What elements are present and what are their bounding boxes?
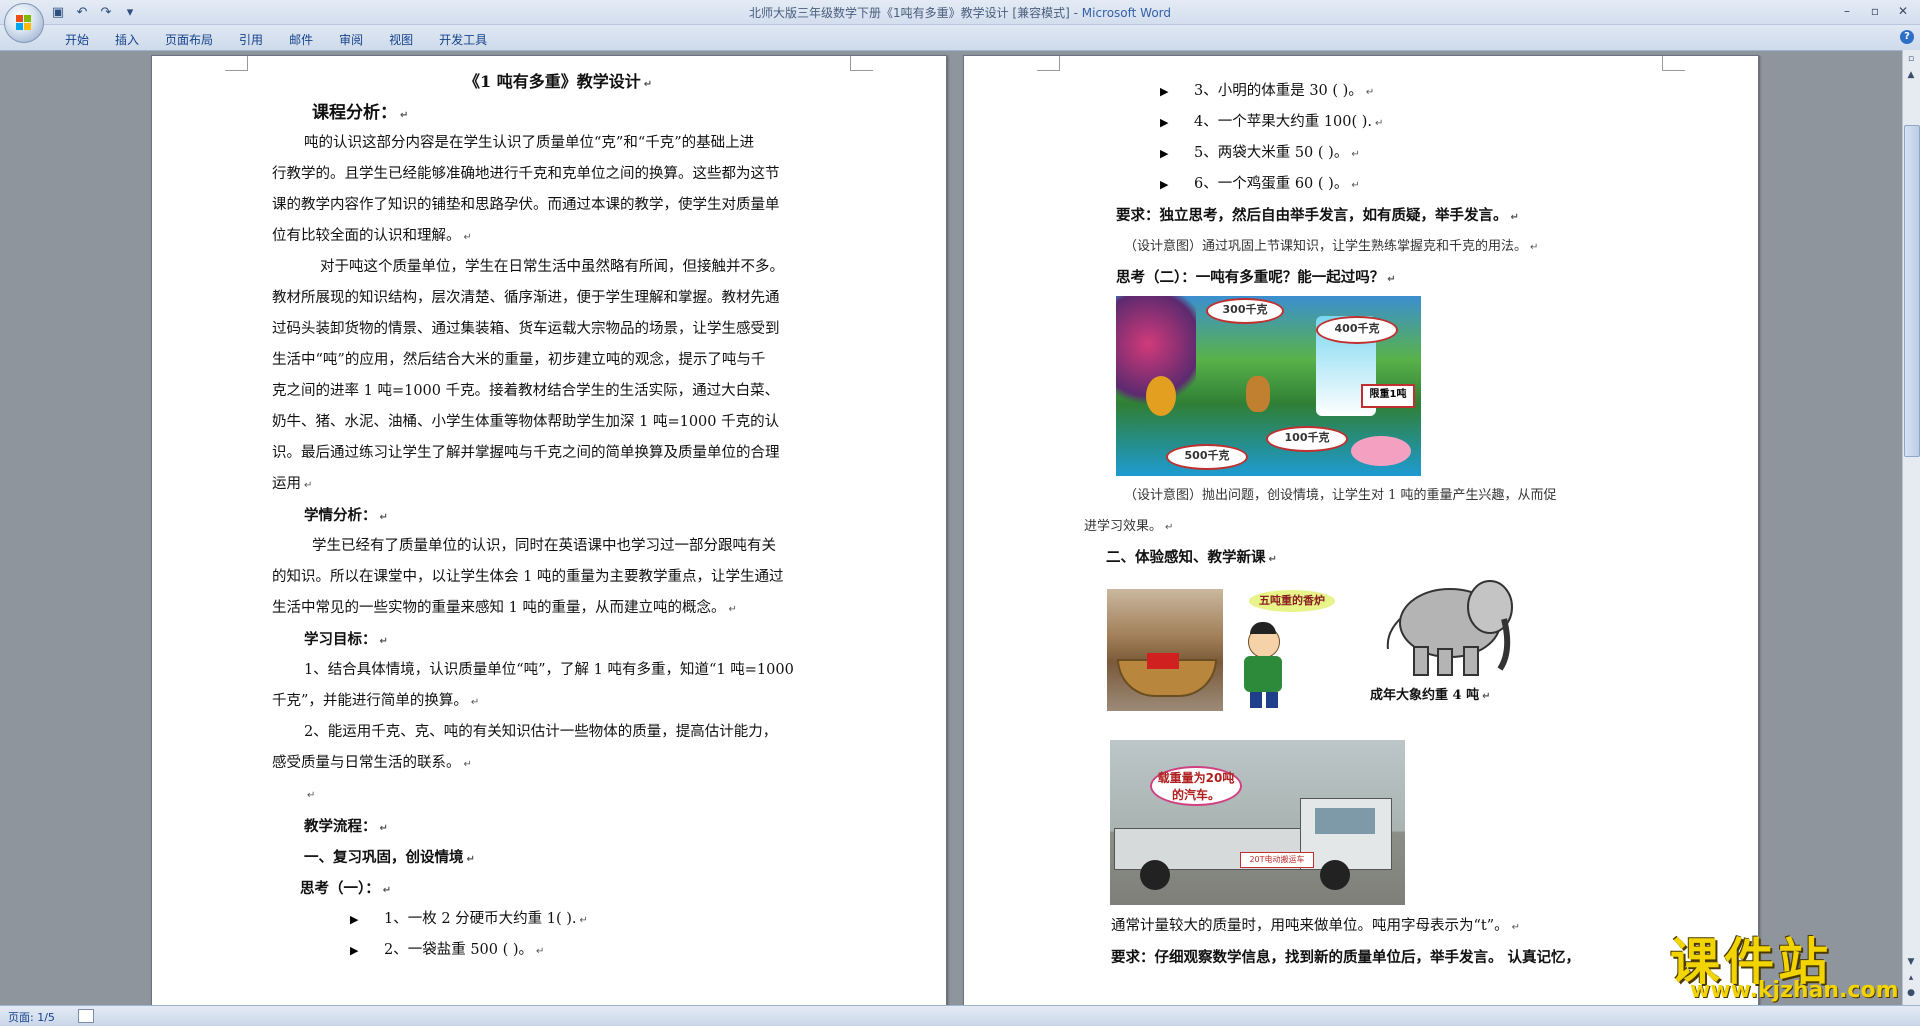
previous-page-icon[interactable]: ▴	[1904, 971, 1918, 985]
paragraph-line: 生活中常见的一些实物的重量来感知 1 吨的重量，从而建立吨的概念。 ↵	[272, 600, 737, 616]
tab-view[interactable]: 视图	[376, 29, 426, 50]
paragraph-line: 的知识。所以在课堂中，以让学生体会 1 吨的重量为主要教学重点，让学生通过	[272, 569, 784, 585]
ribbon-tab-bar: 开始 插入 页面布局 引用 邮件 审阅 视图 开发工具 ?	[0, 25, 1920, 51]
weight-bubble: 500千克	[1166, 444, 1248, 470]
heading-think-2: 思考（二）：一吨有多重呢？能一起过吗？ ↵	[1116, 269, 1396, 286]
proofing-status-icon[interactable]	[78, 1009, 94, 1023]
minimize-button[interactable]: –	[1836, 2, 1858, 20]
truck-photo: 20T电动搬运车 载重量为20吨 的汽车。	[1110, 740, 1405, 905]
status-bar: 页面: 1/5	[0, 1005, 1920, 1026]
bullet-icon: ▶	[1160, 147, 1169, 160]
ruler-toggle-icon[interactable]: ▫	[1904, 52, 1918, 66]
tab-insert[interactable]: 插入	[102, 29, 152, 50]
office-logo-icon	[16, 15, 32, 31]
exercise-item: 6、一个鸡蛋重 60 ( )。 ↵	[1194, 176, 1360, 192]
censer-bubble: 五吨重的香炉	[1249, 590, 1335, 612]
heading-think-1: 思考（一）： ↵	[300, 880, 392, 897]
paragraph-line: 过码头装卸货物的情景、通过集装箱、货车运载大宗物品的场景，让学生感受到	[272, 321, 780, 337]
page-indicator[interactable]: 页面: 1/5	[8, 1009, 55, 1025]
paragraph-line: 奶牛、猪、水泥、油桶、小学生体重等物体帮助学生加深 1 吨=1000 千克的认	[272, 414, 780, 430]
paragraph-line: 行教学的。且学生已经能够准确地进行千克和克单位之间的换算。这些都为这节	[272, 166, 780, 182]
title-bar: ▣ ↶ ↷ ▾ 北师大版三年级数学下册《1吨有多重》教学设计 [兼容模式] - …	[0, 0, 1920, 25]
tab-review[interactable]: 审阅	[326, 29, 376, 50]
exercise-item: 2、一袋盐重 500 ( )。 ↵	[384, 942, 545, 958]
exercise-item: 1、一枚 2 分硬币大约重 1( ). ↵	[384, 911, 588, 927]
paragraph-line: 位有比较全面的认识和理解。 ↵	[272, 228, 472, 244]
doc-title: 《1 吨有多重》教学设计 ↵	[464, 72, 653, 91]
tab-references[interactable]: 引用	[226, 29, 276, 50]
requirement-text: 要求：仔细观察数学信息，找到新的质量单位后，举手发言。 认真记忆，	[1111, 949, 1581, 966]
weight-bubble: 100千克	[1266, 426, 1348, 452]
design-intent-text: （设计意图）通过巩固上节课知识，让学生熟练掌握克和千克的用法。 ↵	[1124, 239, 1539, 254]
tab-mailings[interactable]: 邮件	[276, 29, 326, 50]
document-title: 北师大版三年级数学下册《1吨有多重》教学设计 [兼容模式] -	[748, 6, 1082, 20]
crop-mark	[225, 56, 248, 71]
bullet-icon: ▶	[350, 913, 359, 926]
elephant-drawing	[1386, 580, 1513, 676]
heading-section-2: 二、体验感知、教学新课 ↵	[1106, 549, 1277, 566]
weight-limit-sign: 限重1吨	[1361, 384, 1415, 408]
paragraph-line: 千克”，并能进行简单的换算。 ↵	[272, 693, 480, 709]
paragraph-line: 学生已经有了质量单位的认识，同时在英语课中也学习过一部分跟吨有关	[312, 538, 776, 554]
design-intent-text: （设计意图）抛出问题，创设情境，让学生对 1 吨的重量产生兴趣，从而促	[1124, 488, 1557, 503]
paragraph-line: 1、结合具体情境，认识质量单位“吨”，了解 1 吨有多重，知道“1 吨=1000	[304, 662, 794, 678]
heading-teaching-flow: 教学流程： ↵	[304, 818, 388, 835]
bullet-icon: ▶	[350, 944, 359, 957]
tab-page-layout[interactable]: 页面布局	[152, 29, 226, 50]
paragraph-line: 2、能运用千克、克、吨的有关知识估计一些物体的质量，提高估计能力，	[304, 724, 778, 740]
bullet-icon: ▶	[1160, 116, 1169, 129]
exercise-item: 4、一个苹果大约重 100( ). ↵	[1194, 114, 1384, 130]
window-controls: – ▫ ✕	[1836, 2, 1914, 20]
help-icon[interactable]: ?	[1900, 30, 1914, 44]
paragraph-line: 克之间的进率 1 吨=1000 千克。接着教材结合学生的生活实际，通过大白菜、	[272, 383, 780, 399]
requirement-text: 要求：独立思考，然后自由举手发言，如有质疑，举手发言。 ↵	[1116, 207, 1519, 224]
office-button[interactable]	[4, 3, 44, 43]
paragraph-line: 通常计量较大的质量时，用吨来做单位。吨用字母表示为“t”。 ↵	[1111, 918, 1521, 934]
scroll-down-icon[interactable]: ▼	[1904, 955, 1918, 969]
site-watermark: 课件站 www.kjzhan.com	[1670, 922, 1900, 1003]
paragraph-line: 课的教学内容作了知识的铺垫和思路孕伏。而通过本课的教学，使学生对质量单	[272, 197, 780, 213]
select-browse-object-icon[interactable]: ●	[1904, 986, 1918, 1000]
weight-bubble: 400千克	[1316, 316, 1398, 344]
crop-mark	[1662, 56, 1685, 71]
heading-learner-analysis: 学情分析： ↵	[304, 507, 388, 524]
bullet-icon: ▶	[1160, 85, 1169, 98]
restore-button[interactable]: ▫	[1864, 2, 1886, 20]
exercise-item: 3、小明的体重是 30 ( )。 ↵	[1194, 83, 1375, 99]
window-title: 北师大版三年级数学下册《1吨有多重》教学设计 [兼容模式] - Microsof…	[0, 4, 1920, 21]
censer-photo	[1107, 589, 1223, 711]
truck-bubble: 载重量为20吨 的汽车。	[1150, 766, 1242, 806]
paragraph-line: 对于吨这个质量单位，学生在日常生活中虽然略有所闻，但接触并不多。	[320, 259, 784, 275]
tab-developer[interactable]: 开发工具	[426, 29, 500, 50]
crop-mark	[850, 56, 873, 71]
vertical-scrollbar[interactable]: ▫ ▲ ▼ ▴ ●	[1902, 50, 1920, 1005]
crop-mark	[1037, 56, 1060, 71]
document-page-1[interactable]: 《1 吨有多重》教学设计 ↵ 课程分析： ↵ 吨的认识这部分内容是在学生认识了质量单…	[151, 55, 947, 1007]
heading-section-1: 一、复习巩固，创设情境 ↵	[304, 849, 475, 866]
paragraph-line: 感受质量与日常生活的联系。 ↵	[272, 755, 472, 771]
design-intent-text: 进学习效果。 ↵	[1084, 519, 1174, 534]
close-button[interactable]: ✕	[1892, 2, 1914, 20]
tab-home[interactable]: 开始	[52, 29, 102, 50]
paragraph-line: 吨的认识这部分内容是在学生认识了质量单位“克”和“千克”的基础上进	[304, 135, 755, 151]
empty-paragraph: ↵	[307, 790, 316, 801]
heading-learning-goals: 学习目标： ↵	[304, 631, 388, 648]
truck-sign: 20T电动搬运车	[1240, 852, 1314, 868]
watermark-url: www.kjzhan.com	[1690, 978, 1899, 1003]
elephant-caption: 成年大象约重 4 吨 ↵	[1370, 688, 1491, 703]
scroll-up-icon[interactable]: ▲	[1904, 68, 1918, 82]
scroll-thumb[interactable]	[1904, 125, 1920, 457]
paragraph-line: 识。最后通过练习让学生了解并掌握吨与千克之间的简单换算及质量单位的合理	[272, 445, 780, 461]
app-name: Microsoft Word	[1081, 6, 1172, 20]
paragraph-line: 教材所展现的知识结构，层次清楚、循序渐进，便于学生理解和掌握。教材先通	[272, 290, 780, 306]
paragraph-line: 运用 ↵	[272, 476, 313, 492]
heading-course-analysis: 课程分析： ↵	[312, 103, 409, 123]
paragraph-line: 生活中“吨”的应用，然后结合大米的重量，初步建立吨的观念，提示了吨与千	[272, 352, 766, 368]
weight-bubble: 300千克	[1206, 298, 1284, 324]
forest-scene-image: 300千克 400千克 限重1吨 100千克 500千克	[1116, 296, 1421, 476]
bullet-icon: ▶	[1160, 178, 1169, 191]
exercise-item: 5、两袋大米重 50 ( )。 ↵	[1194, 145, 1360, 161]
document-page-2[interactable]: ▶ 3、小明的体重是 30 ( )。 ↵ ▶ 4、一个苹果大约重 100( ). ↵…	[963, 55, 1759, 1007]
